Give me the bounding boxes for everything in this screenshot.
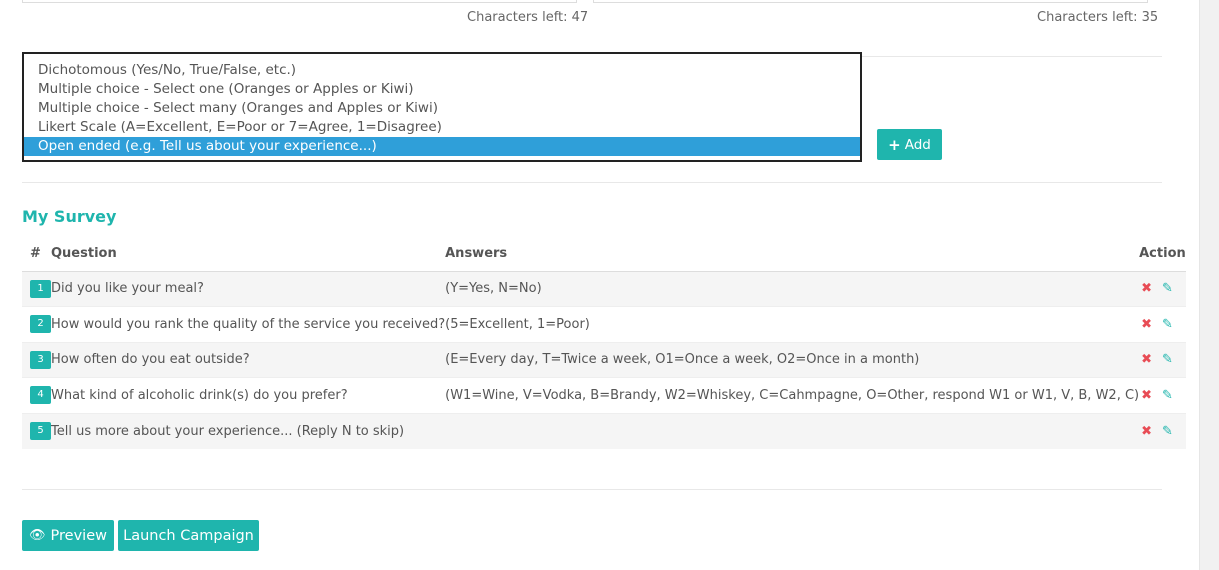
question-type-listbox[interactable]: Dichotomous (Yes/No, True/False, etc.) M…: [22, 52, 862, 162]
option-dichotomous[interactable]: Dichotomous (Yes/No, True/False, etc.): [24, 61, 860, 80]
answers-text: (W1=Wine, V=Vodka, B=Brandy, W2=Whiskey,…: [445, 377, 1140, 413]
delete-icon[interactable]: ✖: [1141, 424, 1152, 439]
answers-text: (5=Excellent, 1=Poor): [445, 306, 1140, 342]
delete-icon[interactable]: ✖: [1141, 388, 1152, 403]
question-number-badge: 5: [30, 422, 51, 440]
launch-campaign-button[interactable]: Launch Campaign: [118, 520, 259, 551]
edit-icon[interactable]: ✎: [1162, 424, 1173, 439]
preview-button[interactable]: 👁 Preview: [22, 520, 114, 551]
table-row: 1 Did you like your meal? (Y=Yes, N=No) …: [22, 270, 1186, 307]
option-multiple-choice-one[interactable]: Multiple choice - Select one (Oranges or…: [24, 80, 860, 99]
edit-icon[interactable]: ✎: [1162, 281, 1173, 296]
question-text: What kind of alcoholic drink(s) do you p…: [51, 377, 446, 413]
column-header-question: Question: [51, 236, 446, 272]
answers-text: [445, 412, 1140, 449]
eye-icon: 👁: [29, 528, 46, 543]
message-field-right[interactable]: [593, 0, 1148, 3]
table-row: 5 Tell us more about your experience... …: [22, 412, 1186, 449]
option-likert-scale[interactable]: Likert Scale (A=Excellent, E=Poor or 7=A…: [24, 118, 860, 137]
delete-icon[interactable]: ✖: [1141, 352, 1152, 367]
table-row: 4 What kind of alcoholic drink(s) do you…: [22, 377, 1186, 413]
table-header-row: # Question Answers Action: [22, 236, 1186, 272]
survey-table: # Question Answers Action 1 Did you like…: [22, 236, 1186, 449]
question-number-badge: 2: [30, 315, 51, 334]
launch-campaign-label: Launch Campaign: [123, 527, 254, 544]
question-number-badge: 3: [30, 350, 51, 369]
option-multiple-choice-many[interactable]: Multiple choice - Select many (Oranges a…: [24, 99, 860, 118]
question-number-badge: 1: [30, 279, 51, 298]
edit-icon[interactable]: ✎: [1162, 352, 1173, 367]
add-button-label: Add: [904, 136, 931, 153]
question-number-badge: 4: [30, 386, 51, 405]
divider: [22, 489, 1162, 490]
question-text: Did you like your meal?: [51, 270, 446, 307]
survey-title: My Survey: [22, 207, 117, 226]
delete-icon[interactable]: ✖: [1141, 317, 1152, 332]
plus-icon: +: [888, 135, 901, 154]
column-header-action: Action: [1139, 236, 1186, 272]
chars-left-counter-left: Characters left: 47: [467, 10, 589, 25]
question-text: How would you rank the quality of the se…: [51, 306, 446, 342]
table-row: 3 How often do you eat outside? (E=Every…: [22, 341, 1186, 378]
answers-text: (Y=Yes, N=No): [445, 270, 1140, 307]
question-text: How often do you eat outside?: [51, 341, 446, 378]
column-header-number: #: [22, 236, 51, 272]
delete-icon[interactable]: ✖: [1141, 281, 1152, 296]
page-scrollbar[interactable]: [1199, 0, 1219, 570]
answers-text: (E=Every day, T=Twice a week, O1=Once a …: [445, 341, 1140, 378]
chars-left-counter-right: Characters left: 35: [1037, 10, 1159, 25]
table-row: 2 How would you rank the quality of the …: [22, 306, 1186, 342]
divider: [22, 182, 1162, 183]
message-field-left[interactable]: [22, 0, 577, 3]
option-open-ended[interactable]: Open ended (e.g. Tell us about your expe…: [24, 137, 860, 156]
preview-button-label: Preview: [50, 527, 107, 544]
edit-icon[interactable]: ✎: [1162, 317, 1173, 332]
add-question-button[interactable]: + Add: [877, 129, 942, 160]
column-header-answers: Answers: [445, 236, 1140, 272]
edit-icon[interactable]: ✎: [1162, 388, 1173, 403]
question-text: Tell us more about your experience... (R…: [51, 412, 446, 449]
